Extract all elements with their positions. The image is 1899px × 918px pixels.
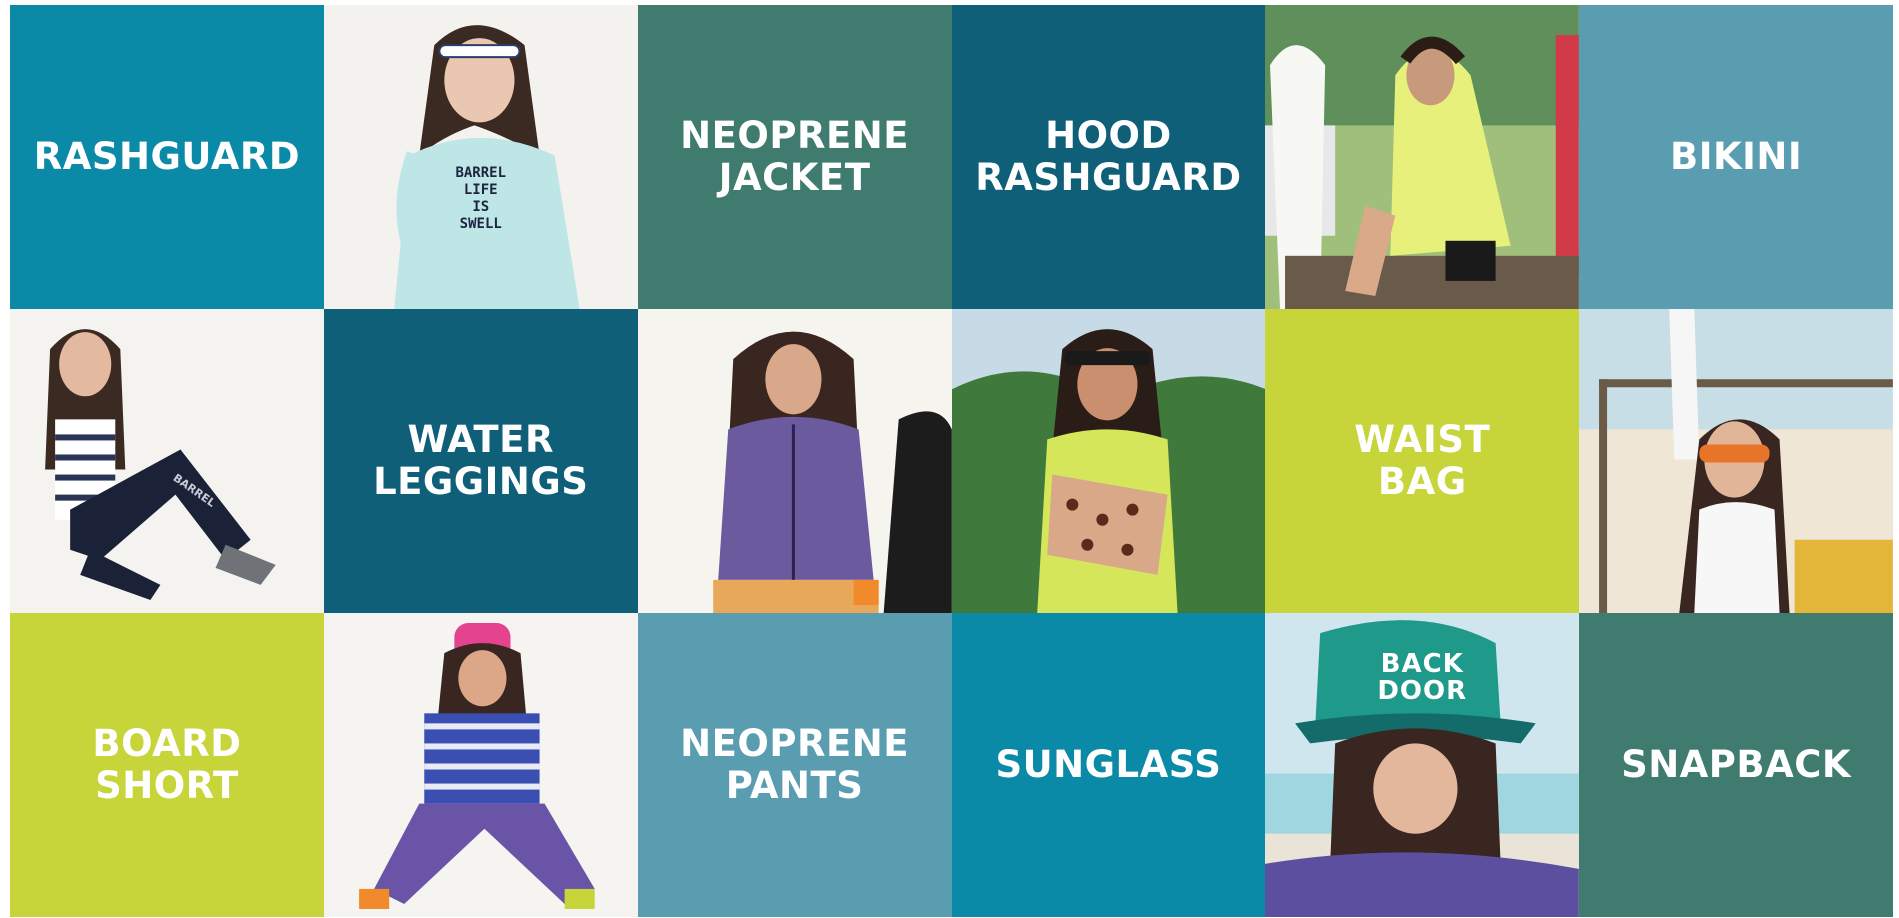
model-photo-water-leggings-icon [10,309,324,613]
tile-photo-rashguard[interactable]: BARREL LIFE IS SWELL [323,5,638,309]
tile-photo-water-leggings[interactable]: BARREL [10,309,324,613]
tile-photo-hood-rashguard[interactable] [1265,5,1580,309]
tile-waist-bag[interactable]: WAIST BAG [1265,309,1580,613]
tile-snapback[interactable]: SNAPBACK [1579,613,1893,917]
category-label: BIKINI [1670,135,1803,178]
product-category-grid: RASHGUARD BARREL LIFE IS SWELL NEOPRENE … [10,5,1893,917]
category-label: WAIST BAG [1354,418,1491,503]
tile-photo-sunglass[interactable] [1579,309,1893,613]
category-label: NEOPRENE PANTS [680,722,909,807]
tile-board-short[interactable]: BOARD SHORT [10,613,324,917]
tile-hood-rashguard[interactable]: HOOD RASHGUARD [951,5,1266,309]
tile-photo-waist-bag[interactable] [951,309,1266,613]
model-photo-waist-bag-icon [951,309,1266,613]
tile-rashguard[interactable]: RASHGUARD [10,5,324,309]
model-photo-sunglass-icon [1579,309,1893,613]
tile-bikini[interactable]: BIKINI [1579,5,1893,309]
tile-photo-snapback[interactable]: BACK DOOR [1265,613,1580,917]
category-label: WATER LEGGINGS [373,418,589,503]
cap-print-text: BACK DOOR [1377,649,1468,706]
category-label: BOARD SHORT [92,722,242,807]
shirt-print-text: BARREL LIFE IS SWELL [455,165,507,232]
category-label: SNAPBACK [1621,743,1852,786]
model-photo-board-short-icon [323,613,638,917]
tile-neoprene-pants[interactable]: NEOPRENE PANTS [637,613,952,917]
tile-water-leggings[interactable]: WATER LEGGINGS [323,309,638,613]
tile-photo-board-short[interactable] [323,613,638,917]
tile-sunglass[interactable]: SUNGLASS [951,613,1266,917]
model-photo-rashguard-icon [323,5,638,309]
tile-photo-neoprene-jacket[interactable] [637,309,952,613]
category-label: NEOPRENE JACKET [680,114,909,199]
category-label: SUNGLASS [995,743,1222,786]
model-photo-hood-rashguard-icon [1265,5,1580,309]
category-label: RASHGUARD [33,135,301,178]
tile-neoprene-jacket[interactable]: NEOPRENE JACKET [637,5,952,309]
model-photo-neoprene-jacket-icon [637,309,952,613]
category-label: HOOD RASHGUARD [975,114,1242,199]
